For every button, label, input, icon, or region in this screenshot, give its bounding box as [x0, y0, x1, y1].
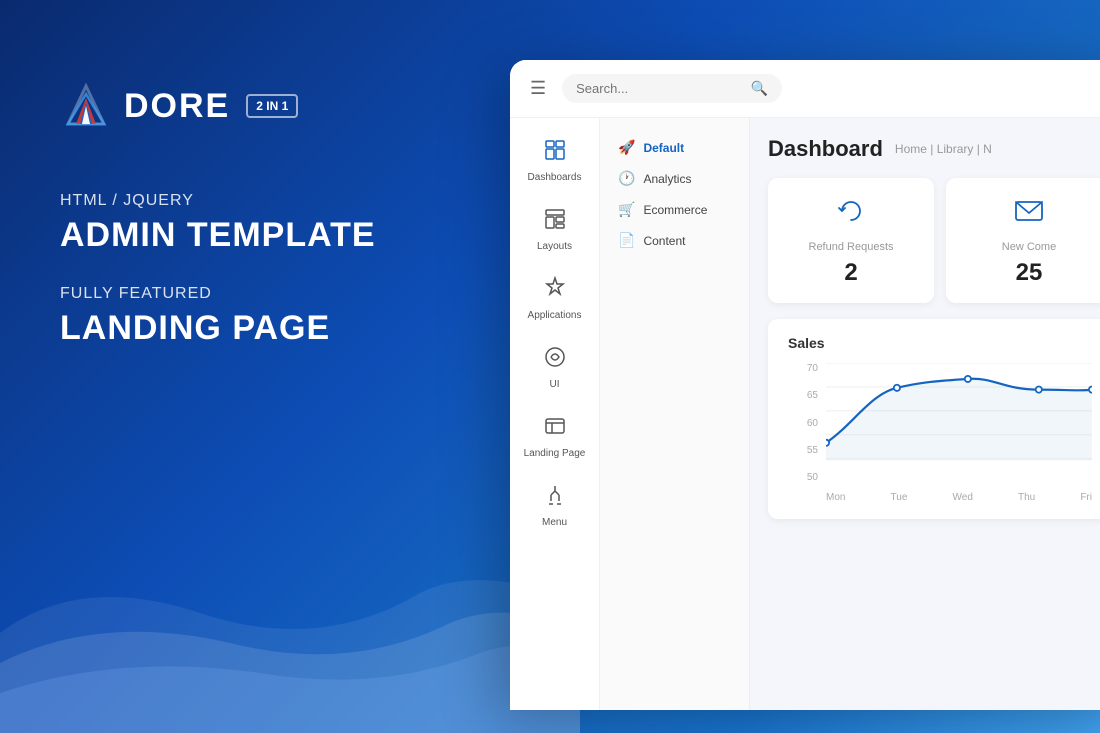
y-label-70: 70: [788, 363, 818, 374]
hero-section: HTML / JQUERY ADMIN TEMPLATE FULLY FEATU…: [60, 192, 376, 348]
sidebar-label-landing-page: Landing Page: [524, 448, 586, 459]
mockup-body: Dashboards Layouts: [510, 118, 1100, 710]
refund-icon: [834, 194, 868, 235]
sidebar: Dashboards Layouts: [510, 118, 600, 710]
chart-area: 70 65 60 55 50: [788, 363, 1092, 503]
stat-card-refund: Refund Requests 2: [768, 178, 934, 303]
breadcrumb: Home | Library | N: [895, 142, 992, 156]
dashboards-icon: [543, 138, 567, 168]
wave-decoration: [0, 553, 580, 733]
topbar: ☰ 🔍: [510, 60, 1100, 118]
sidebar-item-dashboards[interactable]: Dashboards: [515, 128, 595, 193]
refund-label: Refund Requests: [809, 241, 894, 253]
sidebar-item-layouts[interactable]: Layouts: [515, 197, 595, 262]
sidebar-item-ui[interactable]: UI: [515, 335, 595, 400]
sales-card: Sales 70 65 60 55 50: [768, 319, 1100, 519]
sidebar-label-dashboards: Dashboards: [528, 172, 582, 183]
sidebar-label-ui: UI: [550, 379, 560, 390]
y-label-55: 55: [788, 445, 818, 456]
email-icon: [1012, 194, 1046, 235]
hero-subtitle-2: FULLY FEATURED: [60, 285, 376, 303]
sidebar-label-menu: Menu: [542, 517, 567, 528]
main-content: Dashboard Home | Library | N Refund Requ…: [750, 118, 1100, 710]
mockup-window: ☰ 🔍 Dashb: [510, 60, 1100, 710]
submenu-label-ecommerce: Ecommerce: [643, 203, 707, 217]
x-label-thu: Thu: [1018, 492, 1035, 503]
sidebar-label-applications: Applications: [528, 310, 582, 321]
stat-cards: Refund Requests 2 New Come 25: [768, 178, 1100, 303]
submenu-label-default: Default: [643, 141, 684, 155]
applications-icon: [543, 276, 567, 306]
x-label-fri: Fri: [1080, 492, 1092, 503]
menu-icon: [543, 483, 567, 513]
hero-subtitle-1: HTML / JQUERY: [60, 192, 376, 210]
x-axis: Mon Tue Wed Thu Fri: [826, 492, 1092, 503]
comments-label: New Come: [1002, 241, 1056, 253]
layouts-icon: [543, 207, 567, 237]
y-label-50: 50: [788, 472, 818, 483]
search-icon: 🔍: [751, 80, 768, 97]
cart-icon: 🛒: [618, 201, 635, 218]
x-label-tue: Tue: [891, 492, 908, 503]
hero-title-2: LANDING PAGE: [60, 309, 376, 348]
landing-page-icon: [543, 414, 567, 444]
y-label-60: 60: [788, 418, 818, 429]
submenu-item-default[interactable]: 🚀 Default: [610, 132, 739, 163]
x-label-wed: Wed: [953, 492, 973, 503]
logo-icon: [60, 80, 112, 132]
dashboard-header: Dashboard Home | Library | N: [768, 136, 1100, 162]
sales-chart-svg: [826, 363, 1092, 461]
logo-area: DORE 2 IN 1: [60, 80, 376, 132]
submenu-item-ecommerce[interactable]: 🛒 Ecommerce: [610, 194, 739, 225]
y-label-65: 65: [788, 390, 818, 401]
submenu-label-content: Content: [643, 234, 685, 248]
submenu-label-analytics: Analytics: [643, 172, 691, 186]
sidebar-item-applications[interactable]: Applications: [515, 266, 595, 331]
left-panel: DORE 2 IN 1 HTML / JQUERY ADMIN TEMPLATE…: [60, 80, 376, 348]
clock-icon: 🕐: [618, 170, 635, 187]
sidebar-label-layouts: Layouts: [537, 241, 572, 252]
page-title: Dashboard: [768, 136, 883, 162]
ui-icon: [543, 345, 567, 375]
comments-value: 25: [1016, 259, 1043, 287]
hero-title-1: ADMIN TEMPLATE: [60, 216, 376, 255]
submenu-panel: 🚀 Default 🕐 Analytics 🛒 Ecommerce 📄 Cont…: [600, 118, 750, 710]
sidebar-item-landing-page[interactable]: Landing Page: [515, 404, 595, 469]
logo-name: DORE: [124, 87, 230, 126]
sidebar-item-menu[interactable]: Menu: [515, 473, 595, 538]
rocket-icon: 🚀: [618, 139, 635, 156]
search-input[interactable]: [576, 81, 743, 96]
logo-badge: 2 IN 1: [246, 94, 298, 118]
x-label-mon: Mon: [826, 492, 845, 503]
mockup-container: ☰ 🔍 Dashb: [510, 60, 1100, 710]
stat-card-comments: New Come 25: [946, 178, 1100, 303]
search-bar: 🔍: [562, 74, 782, 103]
y-axis: 70 65 60 55 50: [788, 363, 818, 483]
submenu-item-content[interactable]: 📄 Content: [610, 225, 739, 256]
doc-icon: 📄: [618, 232, 635, 249]
refund-value: 2: [844, 259, 857, 287]
submenu-item-analytics[interactable]: 🕐 Analytics: [610, 163, 739, 194]
hamburger-icon[interactable]: ☰: [530, 78, 546, 99]
sales-title: Sales: [788, 335, 1092, 351]
